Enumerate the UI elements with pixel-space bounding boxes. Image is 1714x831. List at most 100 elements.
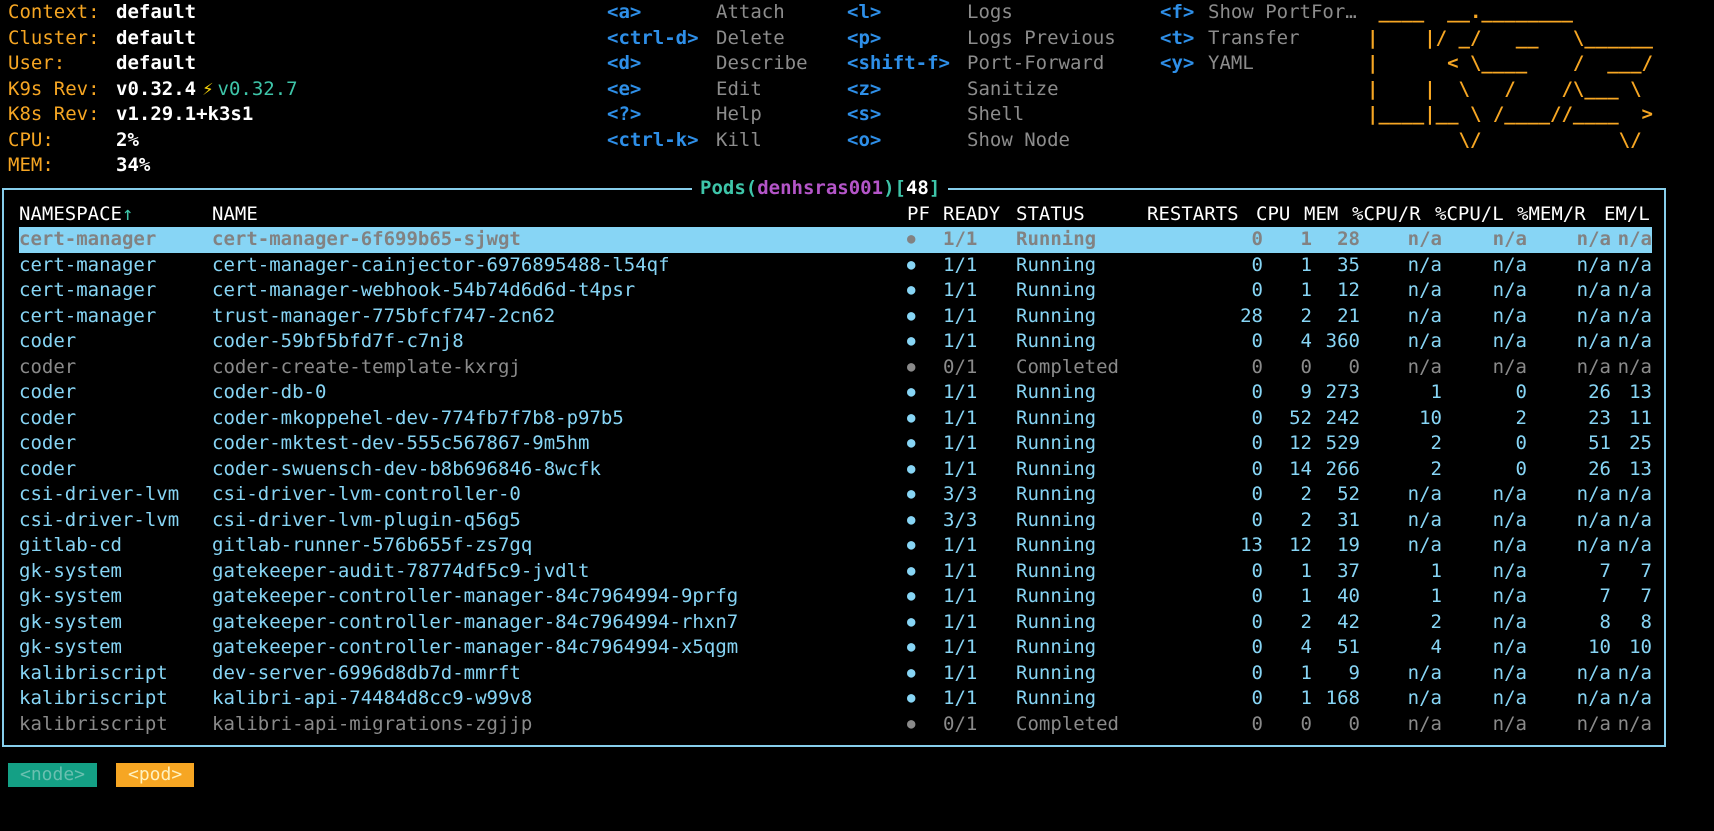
shortcuts-column-2: <l> Logs <p> Logs Previous <shift-f> Port-F… bbox=[847, 0, 1116, 153]
cell-namespace: gk-system bbox=[19, 559, 122, 582]
cell-status: Running bbox=[1016, 406, 1097, 429]
shortcut-edit[interactable]: <e> Edit bbox=[607, 77, 808, 103]
cell-cpu-l: 0 bbox=[1515, 381, 1527, 403]
crumb-pod[interactable]: <pod> bbox=[116, 763, 195, 787]
column-header-name[interactable]: NAME bbox=[212, 202, 258, 227]
table-row[interactable]: gk-system gatekeeper-controller-manager-8… bbox=[19, 610, 1652, 636]
table-row[interactable]: cert-manager cert-manager-webhook-54b74d6… bbox=[19, 278, 1652, 304]
cell-name: cert-manager-6f699b65-sjwgt bbox=[212, 228, 521, 250]
cell-status: Running bbox=[1016, 432, 1097, 454]
table-row[interactable]: cert-manager cert-manager-6f699b65-sjwgt ●… bbox=[19, 227, 1652, 253]
cell-status: Running bbox=[1016, 508, 1097, 531]
cell-mem: 28 bbox=[1337, 228, 1360, 250]
column-header-cpu[interactable]: CPU bbox=[1256, 202, 1290, 227]
cell-cpu: 0 bbox=[1300, 355, 1312, 378]
shortcut-shell[interactable]: <s> Shell bbox=[847, 102, 1116, 128]
column-header-namespace[interactable]: NAMESPACE↑ bbox=[19, 202, 133, 227]
cell-mem-r: 7 bbox=[1599, 585, 1611, 607]
cell-mem-l: 25 bbox=[1629, 432, 1652, 454]
column-header-pf[interactable]: PF bbox=[907, 202, 930, 227]
crumb-node[interactable]: <node> bbox=[8, 763, 98, 787]
shortcut-desc: Help bbox=[716, 103, 762, 125]
cell-mem-l: n/a bbox=[1617, 687, 1652, 709]
status-dot-icon: ● bbox=[907, 333, 916, 349]
logo-line: |____|__ \ /____//____ > bbox=[1367, 103, 1653, 125]
cell-mem-l: n/a bbox=[1617, 279, 1652, 301]
table-row[interactable]: gk-system gatekeeper-audit-78774df5c9-jvd… bbox=[19, 559, 1652, 585]
shortcut-show-portforward[interactable]: <f> Show PortFor… bbox=[1160, 0, 1357, 26]
cell-mem: 51 bbox=[1337, 636, 1360, 658]
column-header-ready[interactable]: READY bbox=[943, 202, 1000, 227]
cell-namespace: cert-manager bbox=[19, 304, 157, 327]
shortcut-desc: Describe bbox=[716, 52, 808, 74]
cell-cpu-l: n/a bbox=[1492, 585, 1527, 607]
shortcut-delete[interactable]: <ctrl-d> Delete bbox=[607, 26, 808, 52]
cell-cpu-r: n/a bbox=[1407, 355, 1442, 378]
status-dot-icon: ● bbox=[907, 384, 916, 400]
cell-mem-r: n/a bbox=[1576, 228, 1611, 250]
shortcut-desc: Show PortFor… bbox=[1208, 1, 1357, 23]
column-header-mem[interactable]: MEM bbox=[1304, 202, 1338, 227]
table-row[interactable]: coder coder-swuensch-dev-b8b696846-8wcfk ●… bbox=[19, 457, 1652, 483]
column-header-status[interactable]: STATUS bbox=[1016, 202, 1085, 227]
table-row[interactable]: csi-driver-lvm csi-driver-lvm-plugin-q56g… bbox=[19, 508, 1652, 534]
shortcut-help[interactable]: <?> Help bbox=[607, 102, 808, 128]
shortcut-kill[interactable]: <ctrl-k> Kill bbox=[607, 128, 808, 154]
table-row[interactable]: coder coder-create-template-kxrgj ● 0/1 Comp… bbox=[19, 355, 1652, 381]
cell-mem: 9 bbox=[1348, 661, 1360, 684]
table-row[interactable]: coder coder-mkoppehel-dev-774fb7f7b8-p97b… bbox=[19, 406, 1652, 432]
shortcut-yaml[interactable]: <y> YAML bbox=[1160, 51, 1357, 77]
cell-ready: 1/1 bbox=[943, 585, 978, 607]
column-header-cpu-r[interactable]: %CPU/R bbox=[1352, 202, 1421, 227]
column-header-mem-r[interactable]: %MEM/R bbox=[1517, 202, 1586, 227]
status-dot-icon: ● bbox=[907, 664, 916, 681]
cell-mem-l: n/a bbox=[1617, 330, 1652, 352]
cell-name: cert-manager-webhook-54b74d6d6d-t4psr bbox=[212, 279, 636, 301]
shortcut-show-node[interactable]: <o> Show Node bbox=[847, 128, 1116, 154]
table-row[interactable]: kalibriscript kalibri-api-migrations-zgjj… bbox=[19, 712, 1652, 738]
cell-mem: 242 bbox=[1325, 406, 1360, 429]
shortcut-port-forward[interactable]: <shift-f> Port-Forward bbox=[847, 51, 1116, 77]
column-header-restarts[interactable]: RESTARTS bbox=[1147, 202, 1239, 227]
table-row[interactable]: coder coder-db-0 ● 1/1 Running 0 9 273 1 0 26 13 bbox=[19, 380, 1652, 406]
table-row[interactable]: gk-system gatekeeper-controller-manager-8… bbox=[19, 584, 1652, 610]
shortcut-desc: Show Node bbox=[967, 128, 1070, 151]
shortcut-attach[interactable]: <a> Attach bbox=[607, 0, 808, 26]
table-row[interactable]: cert-manager trust-manager-775bfcf747-2cn… bbox=[19, 304, 1652, 330]
table-row[interactable]: gk-system gatekeeper-controller-manager-8… bbox=[19, 635, 1652, 661]
column-header-mem-l[interactable]: EM/L bbox=[1604, 202, 1650, 227]
table-row[interactable]: coder coder-mktest-dev-555c567867-9m5hm ● 1… bbox=[19, 431, 1652, 457]
cell-cpu-r: n/a bbox=[1407, 712, 1442, 735]
shortcut-desc: Logs bbox=[967, 1, 1013, 23]
cell-mem-l: 8 bbox=[1640, 610, 1652, 633]
cell-status: Running bbox=[1016, 279, 1097, 301]
cell-cpu-r: 2 bbox=[1430, 610, 1442, 633]
table-row[interactable]: kalibriscript dev-server-6996d8db7d-mmrft… bbox=[19, 661, 1652, 687]
info-label: MEM: bbox=[8, 154, 54, 176]
table-row[interactable]: gitlab-cd gitlab-runner-576b655f-zs7gq ● 1/… bbox=[19, 533, 1652, 559]
cell-namespace: gk-system bbox=[19, 585, 122, 607]
shortcut-sanitize[interactable]: <z> Sanitize bbox=[847, 77, 1116, 103]
cell-name: kalibri-api-74484d8cc9-w99v8 bbox=[212, 687, 533, 709]
cell-cpu-r: 10 bbox=[1419, 406, 1442, 429]
shortcut-key: <shift-f> bbox=[847, 52, 950, 74]
info-value: 2% bbox=[116, 128, 139, 151]
table-row[interactable]: coder coder-59bf5bfd7f-c7nj8 ● 1/1 Running 0 4… bbox=[19, 329, 1652, 355]
shortcut-logs[interactable]: <l> Logs bbox=[847, 0, 1116, 26]
column-header-cpu-l[interactable]: %CPU/L bbox=[1435, 202, 1504, 227]
cell-ready: 3/3 bbox=[943, 508, 978, 531]
info-value: default bbox=[116, 52, 197, 74]
status-dot-icon: ● bbox=[907, 511, 916, 528]
info-cluster: Cluster: default bbox=[8, 26, 298, 52]
status-dot-icon: ● bbox=[907, 282, 916, 298]
table-row[interactable]: kalibriscript kalibri-api-74484d8cc9-w99v… bbox=[19, 686, 1652, 712]
cell-mem-r: n/a bbox=[1576, 355, 1611, 378]
shortcut-transfer[interactable]: <t> Transfer bbox=[1160, 26, 1357, 52]
table-row[interactable]: cert-manager cert-manager-cainjector-6976… bbox=[19, 253, 1652, 279]
cell-namespace: coder bbox=[19, 330, 77, 352]
shortcut-describe[interactable]: <d> Describe bbox=[607, 51, 808, 77]
shortcut-logs-previous[interactable]: <p> Logs Previous bbox=[847, 26, 1116, 52]
cell-cpu-l: n/a bbox=[1492, 253, 1527, 276]
table-row[interactable]: csi-driver-lvm csi-driver-lvm-controller-… bbox=[19, 482, 1652, 508]
cell-namespace: kalibriscript bbox=[19, 687, 168, 709]
